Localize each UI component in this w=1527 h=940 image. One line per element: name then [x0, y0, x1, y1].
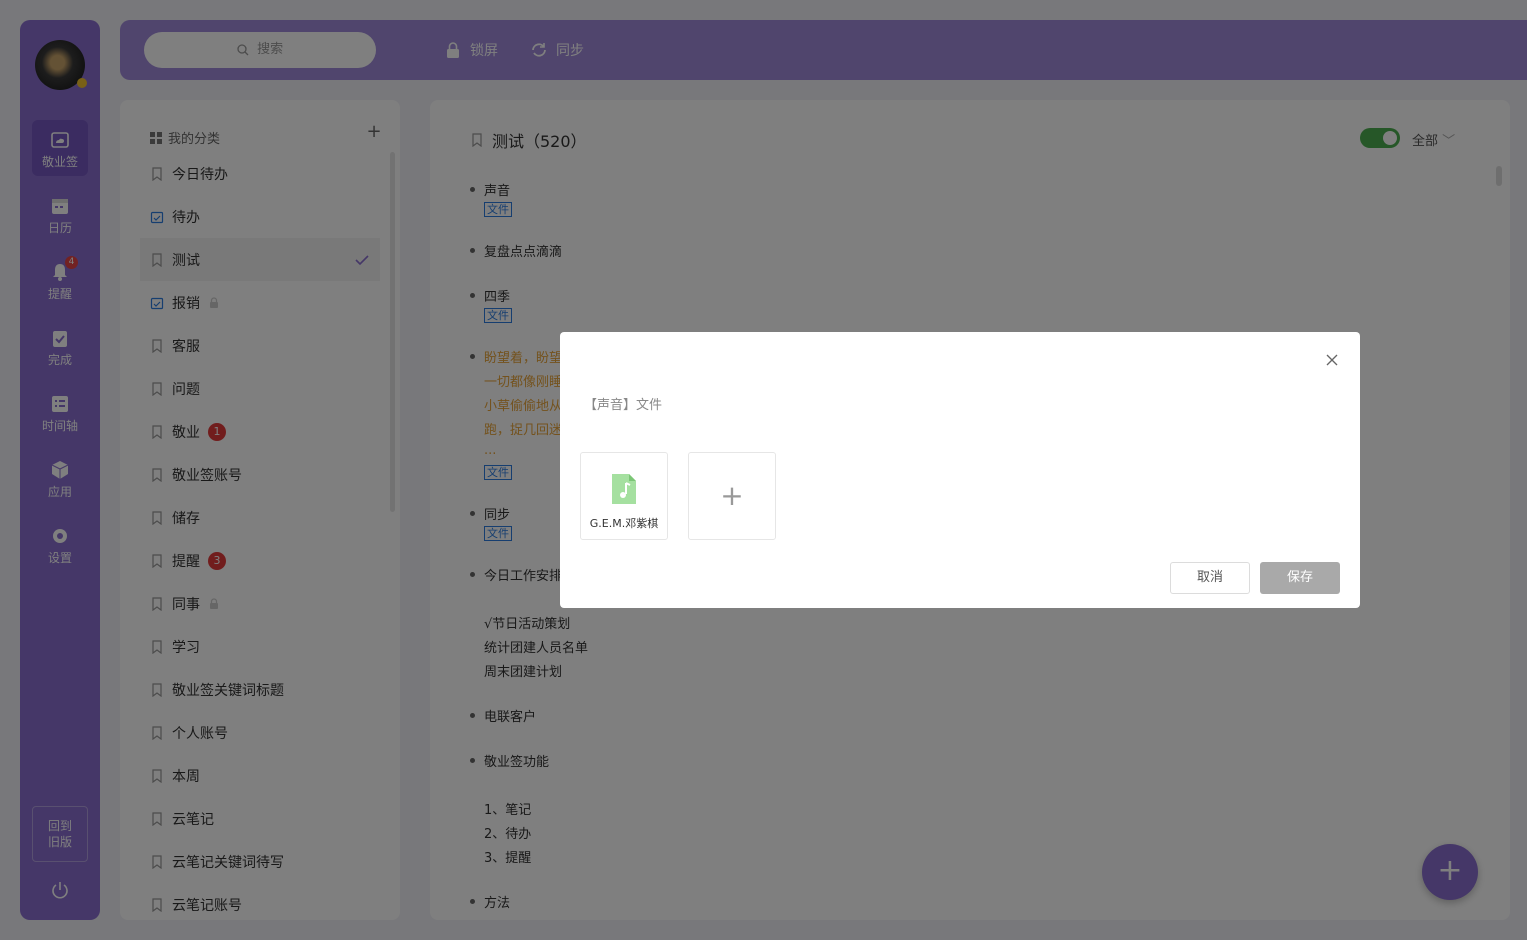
dialog-subtitle: 【声音】文件: [584, 398, 663, 413]
music-file-icon: [612, 474, 636, 504]
save-button[interactable]: 保存: [1260, 562, 1340, 594]
cancel-button[interactable]: 取消: [1170, 562, 1250, 594]
file-name: G.E.M.邓紫棋: [589, 517, 659, 530]
add-file-button[interactable]: +: [688, 452, 776, 540]
file-dialog: 【声音】文件 G.E.M.邓紫棋 + 取消 保存: [560, 332, 1360, 608]
close-icon[interactable]: [1324, 352, 1340, 368]
audio-file-card[interactable]: G.E.M.邓紫棋: [580, 452, 668, 540]
